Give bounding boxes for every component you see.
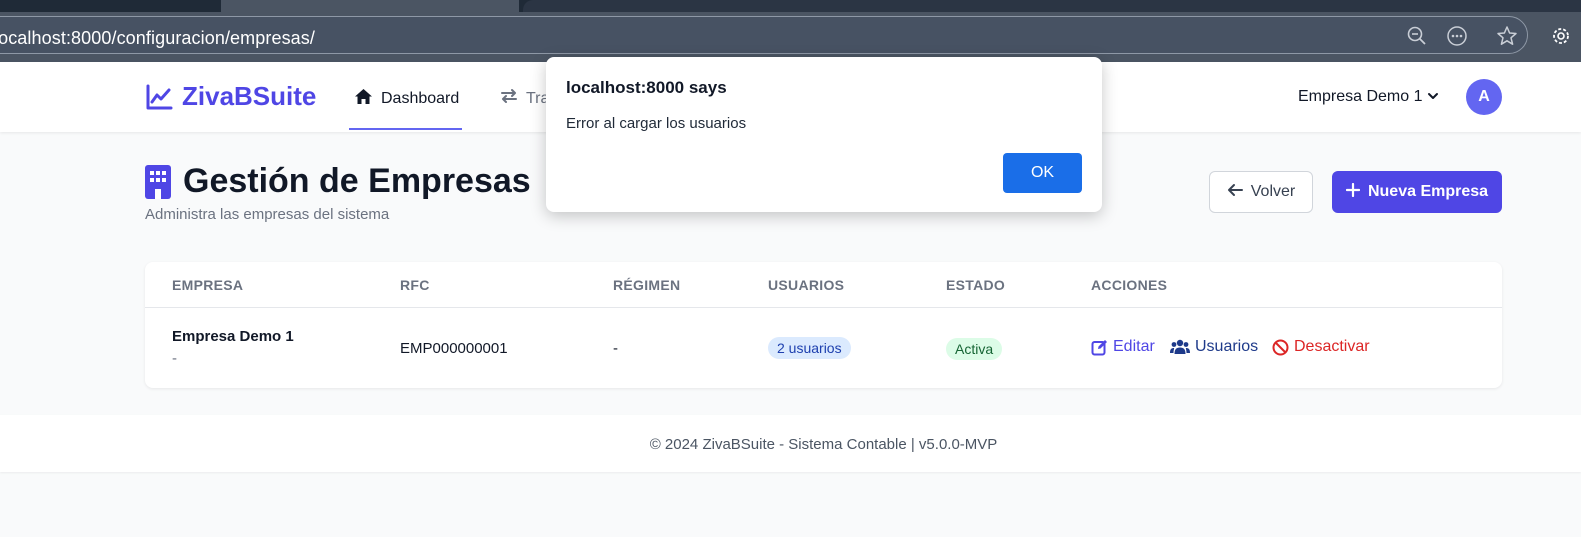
edit-link-label: Editar bbox=[1113, 338, 1155, 355]
ok-button[interactable]: OK bbox=[1003, 153, 1082, 193]
exchange-icon bbox=[500, 88, 518, 109]
alert-dialog: localhost:8000 says Error al cargar los … bbox=[546, 57, 1102, 212]
url-input[interactable]: localhost:8000/configuracion/empresas/ bbox=[0, 16, 1528, 54]
users-count-badge: 2 usuarios bbox=[768, 337, 851, 359]
column-header-usuarios: USUARIOS bbox=[768, 277, 845, 293]
status-badge: Activa bbox=[946, 338, 1003, 360]
plus-icon bbox=[1345, 182, 1361, 202]
zoom-out-icon[interactable] bbox=[1406, 25, 1428, 47]
building-icon bbox=[145, 164, 171, 199]
users-icon bbox=[1170, 339, 1190, 355]
nav-item-label: Dashboard bbox=[381, 90, 460, 107]
table-header-divider bbox=[145, 307, 1502, 308]
url-text[interactable]: localhost:8000/configuracion/empresas/ bbox=[0, 28, 315, 49]
dialog-message: Error al cargar los usuarios bbox=[566, 115, 747, 132]
browser-address-bar: localhost:8000/configuracion/empresas/ bbox=[0, 12, 1581, 62]
page-header: Gestión de Empresas bbox=[145, 162, 531, 201]
column-header-regimen: RÉGIMEN bbox=[613, 277, 681, 293]
new-company-button[interactable]: Nueva Empresa bbox=[1332, 171, 1502, 213]
back-button[interactable]: Volver bbox=[1209, 171, 1313, 213]
company-selector[interactable]: Empresa Demo 1 bbox=[1298, 88, 1439, 106]
chevron-down-icon bbox=[1427, 88, 1439, 106]
settings-icon[interactable] bbox=[1550, 25, 1572, 47]
company-name: Empresa Demo 1 bbox=[172, 328, 294, 345]
companies-table: EMPRESA RFC RÉGIMEN USUARIOS ESTADO ACCI… bbox=[145, 262, 1502, 388]
new-company-button-label: Nueva Empresa bbox=[1367, 183, 1489, 200]
company-regimen: - bbox=[613, 340, 618, 357]
column-header-rfc: RFC bbox=[400, 277, 430, 293]
deactivate-link[interactable]: Desactivar bbox=[1272, 338, 1370, 356]
dialog-title: localhost:8000 says bbox=[566, 78, 727, 97]
company-subtext: - bbox=[172, 350, 177, 367]
back-button-label: Volver bbox=[1250, 183, 1296, 200]
ban-icon bbox=[1272, 339, 1289, 356]
edit-link[interactable]: Editar bbox=[1091, 338, 1155, 356]
edit-icon bbox=[1091, 339, 1108, 356]
nav-item-dashboard[interactable]: Dashboard bbox=[354, 88, 459, 110]
page-subtitle: Administra las empresas del sistema bbox=[145, 206, 390, 223]
more-icon[interactable] bbox=[1446, 25, 1468, 47]
users-link-label: Usuarios bbox=[1195, 338, 1259, 355]
company-selector-value: Empresa Demo 1 bbox=[1298, 88, 1423, 105]
browser-tab-strip bbox=[0, 0, 1581, 12]
brand-logo[interactable]: ZivaBSuite bbox=[145, 81, 316, 112]
browser-tab[interactable] bbox=[221, 0, 519, 12]
footer-text: © 2024 ZivaBSuite - Sistema Contable | v… bbox=[649, 436, 998, 453]
nav-item-transacciones[interactable]: Tra bbox=[500, 88, 549, 109]
column-header-empresa: EMPRESA bbox=[172, 277, 244, 293]
column-header-estado: ESTADO bbox=[946, 277, 1006, 293]
page-title: Gestión de Empresas bbox=[183, 162, 531, 200]
browser-tab-area bbox=[523, 0, 1581, 12]
arrow-left-icon bbox=[1227, 183, 1243, 202]
chart-line-icon bbox=[145, 83, 173, 111]
home-icon bbox=[354, 88, 373, 110]
column-header-acciones: ACCIONES bbox=[1091, 277, 1168, 293]
company-rfc: EMP000000001 bbox=[400, 340, 508, 357]
favorite-star-icon[interactable] bbox=[1496, 25, 1518, 47]
footer: © 2024 ZivaBSuite - Sistema Contable | v… bbox=[0, 415, 1581, 472]
brand-name: ZivaBSuite bbox=[182, 81, 317, 111]
active-nav-indicator bbox=[349, 128, 462, 130]
users-link[interactable]: Usuarios bbox=[1170, 338, 1258, 356]
deactivate-link-label: Desactivar bbox=[1294, 338, 1370, 355]
avatar[interactable]: A bbox=[1466, 79, 1502, 115]
